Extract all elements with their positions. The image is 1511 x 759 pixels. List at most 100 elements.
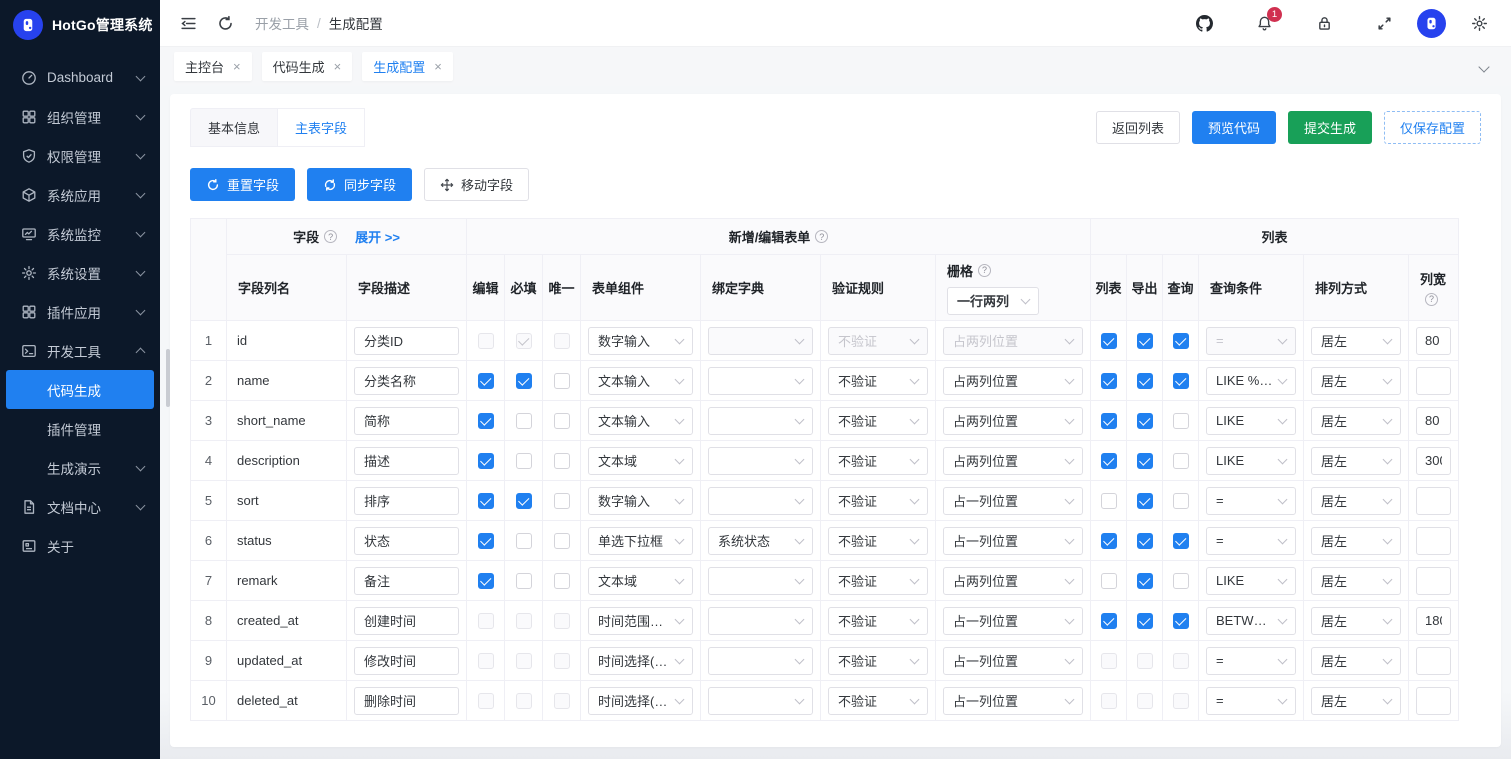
expand-fields-link[interactable]: 展开 >> — [355, 227, 400, 246]
breadcrumb-section[interactable]: 开发工具 — [255, 13, 309, 33]
list-checkbox[interactable] — [1100, 612, 1117, 629]
avatar[interactable] — [1417, 8, 1446, 38]
field-desc-input[interactable] — [354, 526, 459, 555]
notifications-bell-icon[interactable]: 1 — [1254, 7, 1282, 33]
column-width-input[interactable] — [1416, 686, 1452, 715]
column-width-input[interactable] — [1416, 366, 1452, 395]
github-icon[interactable] — [1194, 13, 1214, 33]
column-width-input[interactable] — [1416, 446, 1452, 475]
align-select[interactable]: 居左 — [1311, 606, 1401, 635]
close-icon[interactable]: × — [233, 60, 241, 73]
bind-dict-select[interactable]: 系统状态 — [708, 526, 813, 555]
close-icon[interactable]: × — [334, 60, 342, 73]
required-checkbox[interactable] — [515, 532, 532, 549]
query-checkbox[interactable] — [1172, 372, 1189, 389]
lock-icon[interactable] — [1314, 13, 1334, 33]
sidebar-item-org[interactable]: 组织管理 — [6, 97, 154, 136]
validate-rule-select[interactable]: 不验证 — [828, 566, 928, 595]
grid-span-select[interactable]: 占一列位置 — [943, 526, 1083, 555]
validate-rule-select[interactable]: 不验证 — [828, 446, 928, 475]
list-checkbox[interactable] — [1100, 572, 1117, 589]
grid-span-select[interactable]: 占两列位置 — [943, 366, 1083, 395]
bind-dict-select[interactable] — [708, 446, 813, 475]
column-width-input[interactable] — [1416, 486, 1452, 515]
tab-basic-info[interactable]: 基本信息 — [190, 108, 279, 147]
bind-dict-select[interactable] — [708, 486, 813, 515]
tab-main-fields[interactable]: 主表字段 — [277, 108, 366, 147]
form-component-select[interactable]: 时间选择(Y-... — [588, 686, 693, 715]
validate-rule-select[interactable]: 不验证 — [828, 486, 928, 515]
list-checkbox[interactable] — [1100, 532, 1117, 549]
form-component-select[interactable]: 单选下拉框 — [588, 526, 693, 555]
unique-checkbox[interactable] — [553, 492, 570, 509]
edit-checkbox[interactable] — [477, 372, 494, 389]
export-checkbox[interactable] — [1136, 572, 1153, 589]
bind-dict-select[interactable] — [708, 406, 813, 435]
refresh-icon[interactable] — [215, 13, 235, 33]
align-select[interactable]: 居左 — [1311, 406, 1401, 435]
sidebar-item-sysapp[interactable]: 系统应用 — [6, 175, 154, 214]
field-desc-input[interactable] — [354, 486, 459, 515]
validate-rule-select[interactable]: 不验证 — [828, 686, 928, 715]
query-checkbox[interactable] — [1172, 572, 1189, 589]
form-component-select[interactable]: 时间范围选择 — [588, 606, 693, 635]
validate-rule-select[interactable]: 不验证 — [828, 366, 928, 395]
unique-checkbox[interactable] — [553, 532, 570, 549]
form-component-select[interactable]: 文本输入 — [588, 366, 693, 395]
query-cond-select[interactable]: LIKE — [1206, 446, 1296, 475]
query-checkbox[interactable] — [1172, 492, 1189, 509]
field-desc-input[interactable] — [354, 326, 459, 355]
column-width-input[interactable] — [1416, 326, 1452, 355]
form-component-select[interactable]: 文本域 — [588, 446, 693, 475]
list-checkbox[interactable] — [1100, 492, 1117, 509]
sidebar-item-plugin[interactable]: 插件应用 — [6, 292, 154, 331]
edit-checkbox[interactable] — [477, 452, 494, 469]
query-checkbox[interactable] — [1172, 332, 1189, 349]
list-checkbox[interactable] — [1100, 372, 1117, 389]
align-select[interactable]: 居左 — [1311, 366, 1401, 395]
align-select[interactable]: 居左 — [1311, 646, 1401, 675]
edit-checkbox[interactable] — [477, 492, 494, 509]
preview-code-button[interactable]: 预览代码 — [1191, 111, 1276, 144]
export-checkbox[interactable] — [1136, 412, 1153, 429]
column-width-input[interactable] — [1416, 526, 1452, 555]
form-component-select[interactable]: 时间选择(Y-... — [588, 646, 693, 675]
list-checkbox[interactable] — [1100, 412, 1117, 429]
unique-checkbox[interactable] — [553, 372, 570, 389]
column-width-input[interactable] — [1416, 646, 1452, 675]
validate-rule-select[interactable]: 不验证 — [828, 406, 928, 435]
align-select[interactable]: 居左 — [1311, 566, 1401, 595]
grid-span-select[interactable]: 占两列位置 — [943, 566, 1083, 595]
gear-icon[interactable] — [1469, 13, 1489, 33]
bind-dict-select[interactable] — [708, 686, 813, 715]
query-cond-select[interactable]: LIKE — [1206, 406, 1296, 435]
submit-generate-button[interactable]: 提交生成 — [1287, 111, 1372, 144]
sidebar-item-about[interactable]: 关于 — [6, 526, 154, 565]
sidebar-item-devtools[interactable]: 开发工具 — [6, 331, 154, 370]
form-component-select[interactable]: 数字输入 — [588, 326, 693, 355]
column-width-input[interactable] — [1416, 406, 1452, 435]
sidebar-item-dashboard[interactable]: Dashboard — [6, 58, 154, 97]
bind-dict-select[interactable] — [708, 606, 813, 635]
tabs-more-button[interactable] — [1471, 60, 1497, 73]
query-cond-select[interactable]: BETWEEN — [1206, 606, 1296, 635]
fullscreen-icon[interactable] — [1374, 13, 1394, 33]
grid-span-select[interactable]: 占两列位置 — [943, 446, 1083, 475]
app-logo[interactable]: HotGo管理系统 — [0, 2, 160, 48]
sidebar-scrollbar[interactable] — [166, 349, 170, 407]
field-desc-input[interactable] — [354, 366, 459, 395]
collapse-menu-icon[interactable] — [178, 13, 198, 33]
field-desc-input[interactable] — [354, 446, 459, 475]
export-checkbox[interactable] — [1136, 452, 1153, 469]
bind-dict-select[interactable] — [708, 366, 813, 395]
page-tab[interactable]: 主控台 × — [174, 52, 252, 81]
query-checkbox[interactable] — [1172, 412, 1189, 429]
edit-checkbox[interactable] — [477, 572, 494, 589]
query-checkbox[interactable] — [1172, 612, 1189, 629]
grid-mode-select[interactable]: 一行两列 — [947, 286, 1039, 315]
unique-checkbox[interactable] — [553, 572, 570, 589]
form-component-select[interactable]: 数字输入 — [588, 486, 693, 515]
query-cond-select[interactable]: LIKE — [1206, 566, 1296, 595]
query-checkbox[interactable] — [1172, 452, 1189, 469]
sidebar-item-sysset[interactable]: 系统设置 — [6, 253, 154, 292]
